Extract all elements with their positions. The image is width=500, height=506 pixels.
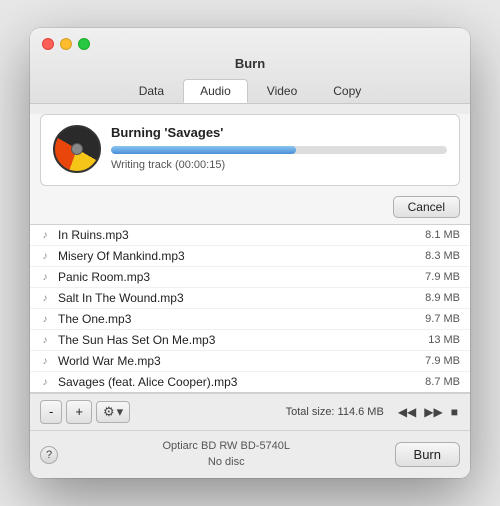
music-icon: ♪ (38, 312, 52, 326)
tab-data[interactable]: Data (122, 79, 181, 103)
file-size: 8.7 MB (425, 376, 460, 388)
help-button[interactable]: ? (40, 446, 58, 464)
file-list: ♪ In Ruins.mp3 8.1 MB ♪ Misery Of Mankin… (30, 224, 470, 393)
drive-status: No disc (66, 455, 387, 470)
progress-bar-fill (111, 146, 296, 154)
tab-copy[interactable]: Copy (316, 79, 378, 103)
settings-button[interactable]: ⚙ ▾ (96, 401, 130, 423)
cancel-button[interactable]: Cancel (393, 196, 460, 218)
file-size: 8.3 MB (425, 250, 460, 262)
drive-info: Optiarc BD RW BD-5740L No disc (66, 439, 387, 470)
title-bar: Burn Data Audio Video Copy (30, 28, 470, 104)
burn-info: Burning 'Savages' Writing track (00:00:1… (111, 125, 447, 171)
music-icon: ♪ (38, 291, 52, 305)
tab-audio[interactable]: Audio (183, 79, 248, 103)
chevron-down-icon: ▾ (117, 404, 124, 420)
maximize-button[interactable] (78, 38, 90, 50)
progress-bar-track (111, 146, 447, 154)
file-size: 8.9 MB (425, 292, 460, 304)
file-name: Misery Of Mankind.mp3 (58, 249, 417, 263)
burn-window: Burn Data Audio Video Copy Burning 'Sava… (30, 28, 470, 478)
file-size: 13 MB (428, 334, 460, 346)
table-row: ♪ Savages (feat. Alice Cooper).mp3 8.7 M… (30, 372, 470, 392)
rewind-button[interactable]: ◀◀ (396, 405, 418, 419)
burn-title: Burning 'Savages' (111, 125, 447, 140)
music-icon: ♪ (38, 270, 52, 284)
file-name: Panic Room.mp3 (58, 270, 417, 284)
tab-video[interactable]: Video (250, 79, 314, 103)
toolbar: - + ⚙ ▾ Total size: 114.6 MB ◀◀ ▶▶ ■ (30, 393, 470, 430)
table-row: ♪ The Sun Has Set On Me.mp3 13 MB (30, 330, 470, 351)
file-size: 7.9 MB (425, 355, 460, 367)
file-size: 8.1 MB (425, 229, 460, 241)
table-row: ♪ Misery Of Mankind.mp3 8.3 MB (30, 246, 470, 267)
burn-button[interactable]: Burn (395, 442, 460, 467)
minimize-button[interactable] (60, 38, 72, 50)
table-row: ♪ The One.mp3 9.7 MB (30, 309, 470, 330)
table-row: ♪ In Ruins.mp3 8.1 MB (30, 225, 470, 246)
remove-button[interactable]: - (40, 400, 62, 424)
file-name: The Sun Has Set On Me.mp3 (58, 333, 420, 347)
music-icon: ♪ (38, 249, 52, 263)
add-button[interactable]: + (66, 400, 92, 424)
file-name: Salt In The Wound.mp3 (58, 291, 417, 305)
file-name: Savages (feat. Alice Cooper).mp3 (58, 375, 417, 389)
gear-icon: ⚙ (103, 404, 115, 420)
music-icon: ♪ (38, 333, 52, 347)
music-icon: ♪ (38, 375, 52, 389)
table-row: ♪ World War Me.mp3 7.9 MB (30, 351, 470, 372)
burn-status: Writing track (00:00:15) (111, 159, 447, 171)
music-icon: ♪ (38, 354, 52, 368)
bottom-bar: ? Optiarc BD RW BD-5740L No disc Burn (30, 430, 470, 478)
stop-button[interactable]: ■ (449, 405, 460, 419)
window-body: Burning 'Savages' Writing track (00:00:1… (30, 114, 470, 478)
drive-name: Optiarc BD RW BD-5740L (66, 439, 387, 454)
playback-controls: ◀◀ ▶▶ ■ (396, 405, 460, 419)
close-button[interactable] (42, 38, 54, 50)
file-name: The One.mp3 (58, 312, 417, 326)
window-title: Burn (235, 56, 265, 71)
file-name: World War Me.mp3 (58, 354, 417, 368)
cancel-row: Cancel (30, 196, 470, 224)
file-size: 9.7 MB (425, 313, 460, 325)
table-row: ♪ Salt In The Wound.mp3 8.9 MB (30, 288, 470, 309)
file-name: In Ruins.mp3 (58, 228, 417, 242)
total-size-label: Total size: 114.6 MB (134, 406, 384, 418)
burn-progress-area: Burning 'Savages' Writing track (00:00:1… (40, 114, 460, 186)
file-size: 7.9 MB (425, 271, 460, 283)
table-row: ♪ Panic Room.mp3 7.9 MB (30, 267, 470, 288)
skip-button[interactable]: ▶▶ (422, 405, 444, 419)
disc-icon (53, 125, 101, 173)
music-icon: ♪ (38, 228, 52, 242)
tab-bar: Data Audio Video Copy (122, 79, 379, 103)
traffic-lights (42, 38, 90, 50)
